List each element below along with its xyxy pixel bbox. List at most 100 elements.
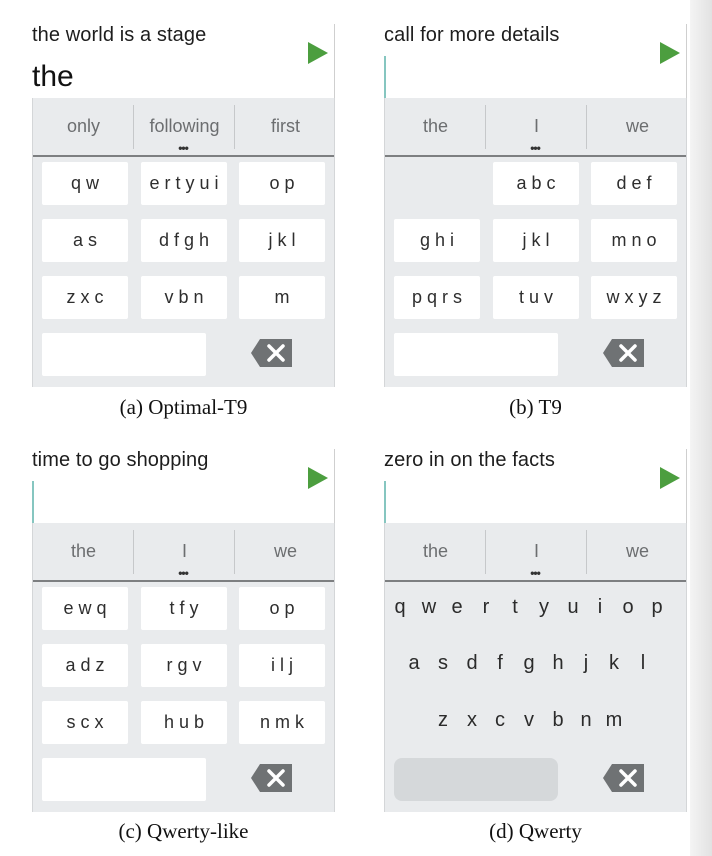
suggestion-3[interactable]: we: [235, 523, 336, 580]
keyboard-screenshot: time to go shopping the I we ••• e w q t…: [32, 425, 335, 812]
text-cursor: [32, 481, 34, 525]
target-phrase: time to go shopping: [32, 449, 209, 471]
suggestion-1[interactable]: only: [33, 98, 134, 155]
suggestion-bar: the I we •••: [33, 523, 334, 582]
screen-edge: [686, 24, 687, 100]
keyboard-panel-t9: call for more details the I we ••• a b c…: [384, 0, 687, 419]
suggestion-1[interactable]: the: [33, 523, 134, 580]
space-key[interactable]: [42, 333, 206, 376]
key-a[interactable]: a: [401, 652, 427, 675]
more-dots-icon[interactable]: •••: [525, 567, 545, 579]
send-arrow-icon[interactable]: [308, 467, 328, 489]
key-h[interactable]: h: [545, 652, 571, 675]
key-q[interactable]: q: [387, 596, 413, 619]
key-b[interactable]: b: [545, 709, 571, 732]
key-rgv[interactable]: r g v: [141, 644, 227, 687]
suggestion-3[interactable]: first: [235, 98, 336, 155]
key-t[interactable]: t: [502, 596, 528, 619]
send-arrow-icon[interactable]: [660, 42, 680, 64]
more-dots-icon[interactable]: •••: [525, 142, 545, 154]
key-y[interactable]: y: [531, 596, 557, 619]
keyboard: the I we ••• q w e r t y u i o p a s d f…: [384, 523, 687, 812]
key-ilj[interactable]: i l j: [239, 644, 325, 687]
key-abc[interactable]: a b c: [493, 162, 579, 205]
key-jkl[interactable]: j k l: [239, 219, 325, 262]
backspace-icon[interactable]: [602, 338, 646, 368]
key-op[interactable]: o p: [239, 587, 325, 630]
key-wxyz[interactable]: w x y z: [591, 276, 677, 319]
space-key[interactable]: [394, 758, 558, 801]
key-dfgh[interactable]: d f g h: [141, 219, 227, 262]
key-pqrs[interactable]: p q r s: [394, 276, 480, 319]
key-as[interactable]: a s: [42, 219, 128, 262]
space-key[interactable]: [42, 758, 206, 801]
key-ghi[interactable]: g h i: [394, 219, 480, 262]
key-tfy[interactable]: t f y: [141, 587, 227, 630]
key-p[interactable]: p: [644, 596, 670, 619]
key-x[interactable]: x: [459, 709, 485, 732]
key-op[interactable]: o p: [239, 162, 325, 205]
key-n[interactable]: n: [573, 709, 599, 732]
key-ewq[interactable]: e w q: [42, 587, 128, 630]
target-phrase: call for more details: [384, 24, 560, 46]
key-adz[interactable]: a d z: [42, 644, 128, 687]
key-o[interactable]: o: [615, 596, 641, 619]
suggestion-bar: only following first •••: [33, 98, 334, 157]
key-mno[interactable]: m n o: [591, 219, 677, 262]
key-tuv[interactable]: t u v: [493, 276, 579, 319]
suggestion-bar: the I we •••: [385, 98, 686, 157]
key-l[interactable]: l: [630, 652, 656, 675]
key-d[interactable]: d: [459, 652, 485, 675]
send-arrow-icon[interactable]: [308, 42, 328, 64]
figure-caption: (d) Qwerty: [489, 819, 582, 843]
backspace-icon[interactable]: [602, 763, 646, 793]
space-key[interactable]: [394, 333, 558, 376]
key-w[interactable]: w: [416, 596, 442, 619]
typed-text[interactable]: the: [32, 60, 74, 94]
key-e[interactable]: e: [444, 596, 470, 619]
target-phrase: zero in on the facts: [384, 449, 555, 471]
keyboard-panel-qwerty-like: time to go shopping the I we ••• e w q t…: [32, 425, 335, 843]
key-hub[interactable]: h u b: [141, 701, 227, 744]
key-jkl[interactable]: j k l: [493, 219, 579, 262]
key-u[interactable]: u: [560, 596, 586, 619]
key-m[interactable]: m: [601, 709, 627, 732]
target-phrase: the world is a stage: [32, 24, 207, 46]
keyboard-panel-qwerty: zero in on the facts the I we ••• q w e …: [384, 425, 687, 843]
key-v[interactable]: v: [516, 709, 542, 732]
key-k[interactable]: k: [601, 652, 627, 675]
text-cursor: [384, 481, 386, 525]
suggestion-3[interactable]: we: [587, 98, 688, 155]
key-c[interactable]: c: [487, 709, 513, 732]
figure-caption: (a) Optimal-T9: [119, 395, 248, 419]
key-z[interactable]: z: [430, 709, 456, 732]
key-j[interactable]: j: [573, 652, 599, 675]
screen-edge: [334, 449, 335, 525]
key-scx[interactable]: s c x: [42, 701, 128, 744]
key-def[interactable]: d e f: [591, 162, 677, 205]
more-dots-icon[interactable]: •••: [173, 142, 193, 154]
key-qw[interactable]: q w: [42, 162, 128, 205]
key-s[interactable]: s: [430, 652, 456, 675]
more-dots-icon[interactable]: •••: [173, 567, 193, 579]
suggestion-3[interactable]: we: [587, 523, 688, 580]
key-g[interactable]: g: [516, 652, 542, 675]
key-f[interactable]: f: [487, 652, 513, 675]
key-vbn[interactable]: v b n: [141, 276, 227, 319]
keyboard: only following first ••• q w e r t y u i…: [32, 98, 335, 387]
key-r[interactable]: r: [473, 596, 499, 619]
suggestion-1[interactable]: the: [385, 98, 486, 155]
keyboard: the I we ••• a b c d e f g h i j k l m n…: [384, 98, 687, 387]
suggestion-bar: the I we •••: [385, 523, 686, 582]
key-m[interactable]: m: [239, 276, 325, 319]
key-nmk[interactable]: n m k: [239, 701, 325, 744]
key-ertyui[interactable]: e r t y u i: [141, 162, 227, 205]
backspace-icon[interactable]: [250, 763, 294, 793]
figure-caption: (b) T9: [509, 395, 562, 419]
suggestion-1[interactable]: the: [385, 523, 486, 580]
send-arrow-icon[interactable]: [660, 467, 680, 489]
backspace-icon[interactable]: [250, 338, 294, 368]
text-cursor: [384, 56, 386, 100]
key-zxc[interactable]: z x c: [42, 276, 128, 319]
key-i[interactable]: i: [587, 596, 613, 619]
